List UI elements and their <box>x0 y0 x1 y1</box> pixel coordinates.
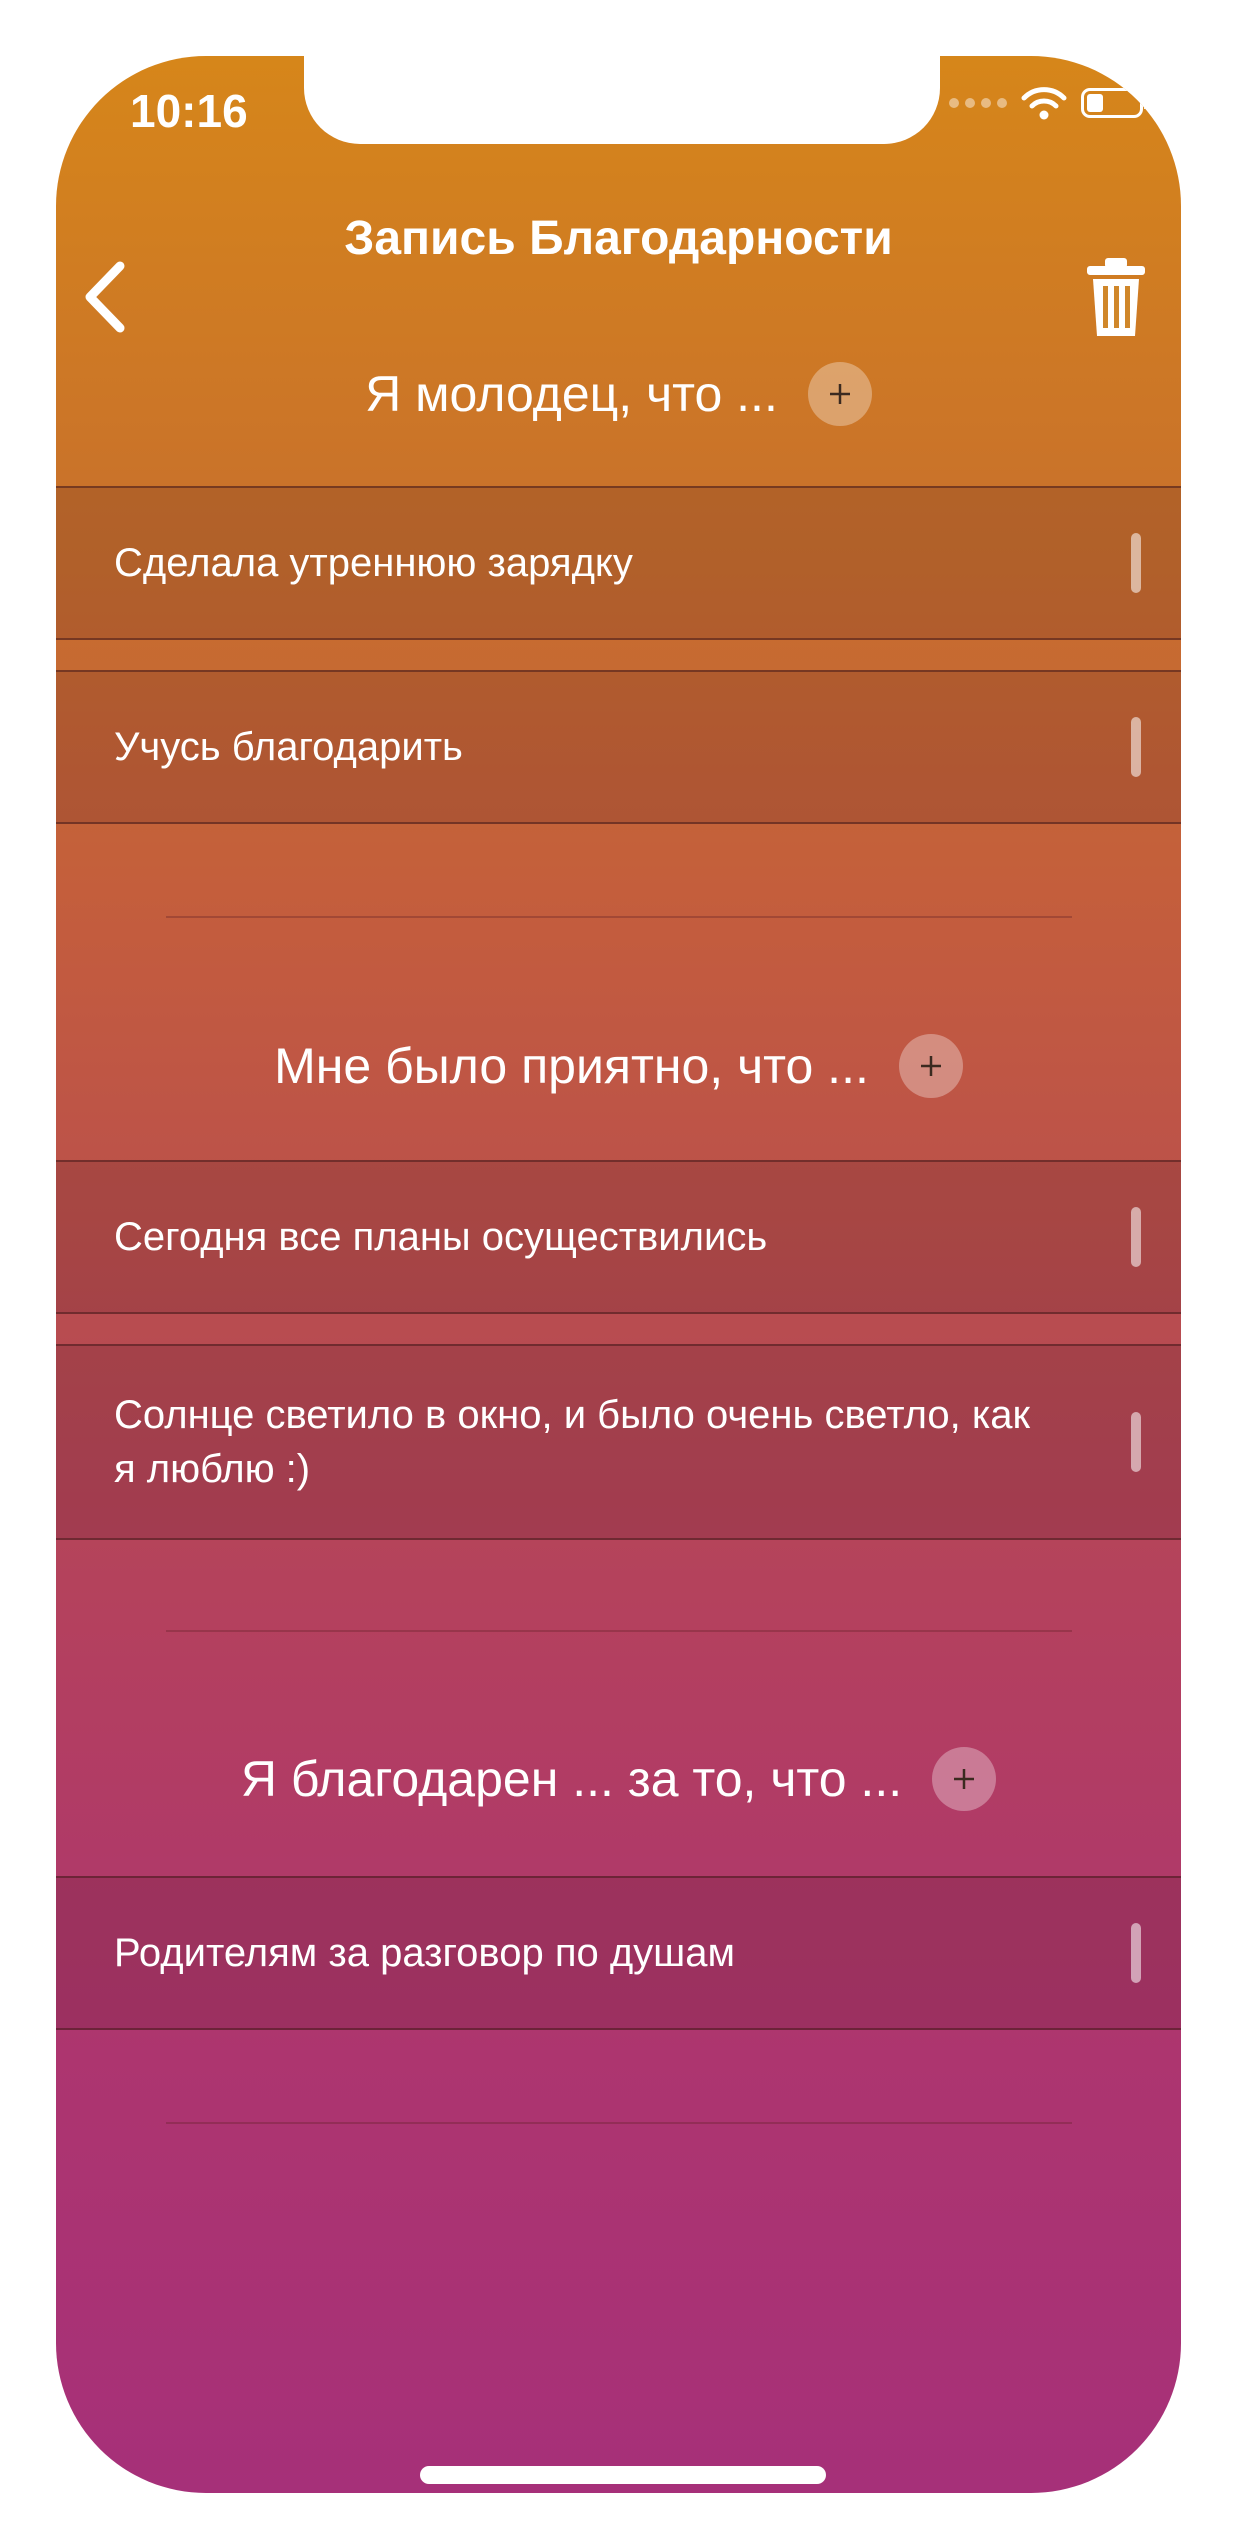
list-item-text: Солнце светило в окно, и было очень свет… <box>114 1393 1031 1491</box>
section-divider <box>166 916 1072 918</box>
device-notch <box>304 56 940 144</box>
wifi-icon <box>1021 87 1067 120</box>
signal-icon <box>949 98 1007 108</box>
page-title: Запись Благодарности <box>344 212 893 265</box>
delete-button[interactable] <box>1081 252 1151 342</box>
app-screen: 10:16 Запись Благодарности Я молодец, чт… <box>56 56 1181 2493</box>
home-indicator[interactable] <box>420 2466 826 2484</box>
status-time: 10:16 <box>130 85 248 137</box>
list-item[interactable]: Учусь благодарить <box>56 670 1181 824</box>
section-header-grateful: Я благодарен ... за то, что ... <box>56 1743 1181 1815</box>
add-item-button[interactable] <box>932 1747 997 1811</box>
section-header-proud: Я молодец, что ... <box>56 358 1181 430</box>
add-item-button[interactable] <box>807 362 872 426</box>
section-divider <box>166 2122 1072 2124</box>
list-item-text: Сделала утреннюю зарядку <box>114 541 633 585</box>
status-icons <box>949 86 1149 120</box>
section-title: Мне было приятно, что ... <box>274 1038 869 1094</box>
section-title: Я молодец, что ... <box>365 366 778 422</box>
plus-icon <box>954 1769 975 1789</box>
section-title: Я благодарен ... за то, что ... <box>240 1751 903 1807</box>
section-divider <box>166 1630 1072 1632</box>
plus-icon <box>829 384 850 404</box>
trash-icon <box>1087 258 1145 336</box>
plus-icon <box>920 1056 941 1076</box>
list-item-text: Учусь благодарить <box>114 725 463 769</box>
battery-icon <box>1081 88 1149 118</box>
drag-handle-icon[interactable] <box>1131 533 1141 593</box>
drag-handle-icon[interactable] <box>1131 1207 1141 1267</box>
drag-handle-icon[interactable] <box>1131 717 1141 777</box>
add-item-button[interactable] <box>898 1034 963 1098</box>
drag-handle-icon[interactable] <box>1131 1412 1141 1472</box>
list-item-text: Сегодня все планы осуществились <box>114 1215 768 1259</box>
list-item[interactable]: Сделала утреннюю зарядку <box>56 486 1181 640</box>
section-header-pleased: Мне было приятно, что ... <box>56 1030 1181 1102</box>
list-item[interactable]: Родителям за разговор по душам <box>56 1876 1181 2030</box>
drag-handle-icon[interactable] <box>1131 1923 1141 1983</box>
list-item[interactable]: Сегодня все планы осуществились <box>56 1160 1181 1314</box>
list-item[interactable]: Солнце светило в окно, и было очень свет… <box>56 1344 1181 1540</box>
list-item-text: Родителям за разговор по душам <box>114 1931 736 1975</box>
